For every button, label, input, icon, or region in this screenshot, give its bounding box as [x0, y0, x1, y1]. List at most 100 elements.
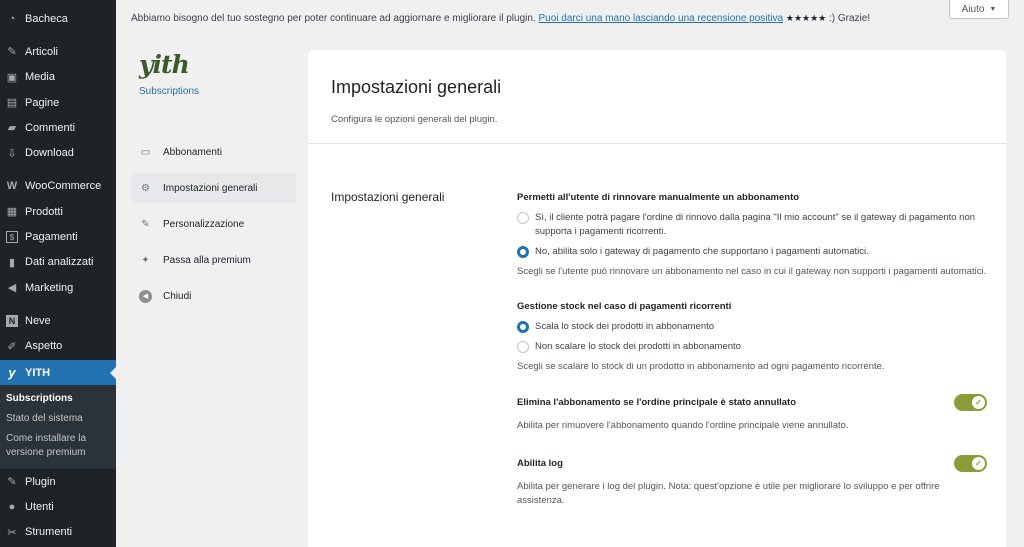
menu-label: Media: [25, 71, 55, 84]
menu-item-dati-analizzati[interactable]: ▮ Dati analizzati: [0, 250, 116, 275]
menu-item-pagamenti[interactable]: $ Pagamenti: [0, 224, 116, 249]
card-header: Impostazioni generali Configura le opzio…: [308, 50, 1006, 144]
nav-chiudi[interactable]: ◀ Chiudi: [131, 281, 296, 311]
page-title: Impostazioni generali: [331, 77, 502, 97]
media-icon: ▣: [6, 71, 18, 84]
menu-label: Dati analizzati: [25, 256, 94, 269]
menu-item-yith[interactable]: y YITH: [0, 359, 116, 386]
radio-button-selected[interactable]: [517, 321, 529, 333]
neve-icon: N: [6, 314, 18, 327]
radio-renew-yes[interactable]: Sì, il cliente potrà pagare l'ordine di …: [517, 211, 987, 239]
yith-icon: y: [8, 365, 16, 380]
option-help: Abilita per generare i log del plugin. N…: [517, 481, 940, 506]
review-link[interactable]: Puoi darci una mano lasciando una recens…: [538, 13, 783, 24]
yith-logo: yith: [139, 50, 190, 79]
option-help: Abilita per rimuovere l'abbonamento quan…: [517, 420, 849, 431]
section-label: Impostazioni generali: [331, 190, 445, 204]
menu-item-plugin[interactable]: ✎ Plugin: [0, 469, 116, 494]
menu-item-download[interactable]: ⇩ Download: [0, 140, 116, 165]
menu-label: Strumenti: [25, 526, 73, 539]
analytics-icon: ▮: [8, 256, 16, 269]
menu-item-articoli[interactable]: ✎ Articoli: [0, 39, 116, 64]
log-toggle[interactable]: ✓: [954, 455, 987, 472]
submenu-item-installa-premium[interactable]: Come installare la versione premium: [0, 429, 116, 463]
dashboard-icon: ◔: [8, 12, 16, 25]
caret-down-icon: ▼: [989, 5, 997, 13]
products-icon: ▦: [6, 206, 18, 219]
menu-item-woocommerce[interactable]: W WooCommerce: [0, 174, 116, 199]
nav-label: Impostazioni generali: [163, 182, 258, 194]
plugin-logo: yith Subscriptions: [139, 50, 199, 97]
menu-item-prodotti[interactable]: ▦ Prodotti: [0, 199, 116, 224]
admin-sidebar: ◔ Bacheca ✎ Articoli ▣ Media ▤ Pagine ▰ Comme…: [0, 0, 116, 547]
users-icon: ●: [8, 501, 16, 514]
submenu-item-subscriptions[interactable]: Subscriptions: [0, 389, 116, 409]
settings-card: Impostazioni generali Configura le opzio…: [308, 50, 1006, 547]
plugin-name: Subscriptions: [139, 86, 200, 97]
radio-label: No, abilita solo i gateway di pagamento …: [535, 246, 869, 257]
pin-icon: ✎: [7, 46, 17, 59]
radio-button[interactable]: [517, 341, 529, 353]
toggle-row: Abilita log ✓: [517, 455, 987, 472]
menu-label: Prodotti: [25, 205, 63, 218]
option-title: Permetti all'utente di rinnovare manualm…: [517, 192, 800, 203]
comments-icon: ▰: [7, 122, 17, 135]
menu-label: Bacheca: [25, 12, 68, 25]
menu-item-bacheca[interactable]: ◔ Bacheca: [0, 6, 116, 31]
download-icon: ⇩: [7, 147, 17, 160]
menu-item-commenti[interactable]: ▰ Commenti: [0, 115, 116, 140]
menu-label: Aspetto: [25, 340, 63, 353]
menu-label: Marketing: [25, 281, 74, 294]
renew-option: Permetti all'utente di rinnovare manualm…: [517, 192, 987, 279]
radio-label: Non scalare lo stock dei prodotti in abb…: [535, 341, 741, 352]
menu-label: Plugin: [25, 475, 56, 488]
menu-label: Articoli: [25, 45, 59, 58]
radio-stock-noscale[interactable]: Non scalare lo stock dei prodotti in abb…: [517, 340, 987, 354]
menu-item-utenti[interactable]: ● Utenti: [0, 494, 116, 519]
menu-item-marketing[interactable]: ◀ Marketing: [0, 275, 116, 300]
page-description: Configura le opzioni generali del plugin…: [331, 114, 498, 125]
menu-label: Download: [25, 147, 74, 160]
option-help: Scegli se scalare lo stock di un prodott…: [517, 361, 885, 372]
option-title: Gestione stock nel caso di pagamenti ric…: [517, 301, 732, 312]
megaphone-icon: ◀: [7, 282, 17, 295]
brush-icon: ✎: [141, 218, 150, 230]
notice-text: Abbiamo bisogno del tuo sostegno per pot…: [131, 13, 536, 24]
option-title: Abilita log: [517, 458, 563, 469]
payments-icon: $: [6, 231, 18, 244]
radio-button[interactable]: [517, 212, 529, 224]
nav-personalizzazione[interactable]: ✎ Personalizzazione: [131, 209, 296, 239]
menu-item-aspetto[interactable]: ✐ Aspetto: [0, 334, 116, 359]
yith-submenu: Subscriptions Stato del sistema Come ins…: [0, 385, 116, 470]
menu-label: Pagine: [25, 96, 60, 109]
plugin-nav: ▭ Abbonamenti ⚙ Impostazioni generali ✎ Per…: [131, 137, 296, 317]
menu-item-strumenti[interactable]: ✂ Strumenti: [0, 520, 116, 545]
radio-button-selected[interactable]: [517, 246, 529, 258]
menu-item-pagine[interactable]: ▤ Pagine: [0, 90, 116, 115]
nav-label: Chiudi: [163, 290, 192, 302]
menu-item-neve[interactable]: N Neve: [0, 308, 116, 333]
nav-passa-premium[interactable]: ✦ Passa alla premium: [131, 245, 296, 275]
nav-label: Abbonamenti: [163, 146, 222, 158]
menu-item-media[interactable]: ▣ Media: [0, 65, 116, 90]
menu-label: YITH: [25, 366, 51, 379]
submenu-item-stato-sistema[interactable]: Stato del sistema: [0, 409, 116, 429]
woocommerce-icon: W: [6, 180, 18, 193]
plugin-icon: ✎: [7, 476, 17, 489]
subscriptions-icon: ▭: [140, 146, 151, 158]
menu-label: Neve: [25, 314, 51, 327]
brush-icon: ✐: [7, 340, 17, 353]
help-button[interactable]: Aiuto ▼: [949, 0, 1009, 19]
menu-label: WooCommerce: [25, 180, 102, 193]
radio-stock-scale[interactable]: Scala lo stock dei prodotti in abbonamen…: [517, 320, 987, 334]
close-circle-icon: ◀: [139, 289, 152, 303]
option-help: Scegli se l'utente può rinnovare un abbo…: [517, 266, 987, 277]
nav-abbonamenti[interactable]: ▭ Abbonamenti: [131, 137, 296, 167]
radio-renew-no[interactable]: No, abilita solo i gateway di pagamento …: [517, 245, 987, 259]
star-rating-icon: ★★★★★: [785, 13, 827, 23]
nav-impostazioni-generali[interactable]: ⚙ Impostazioni generali: [131, 173, 296, 203]
options-list: Permetti all'utente di rinnovare manualm…: [517, 192, 987, 524]
review-notice: Abbiamo bisogno del tuo sostegno per pot…: [131, 13, 870, 24]
menu-label: Pagamenti: [25, 231, 78, 244]
delete-sub-toggle[interactable]: ✓: [954, 394, 987, 411]
